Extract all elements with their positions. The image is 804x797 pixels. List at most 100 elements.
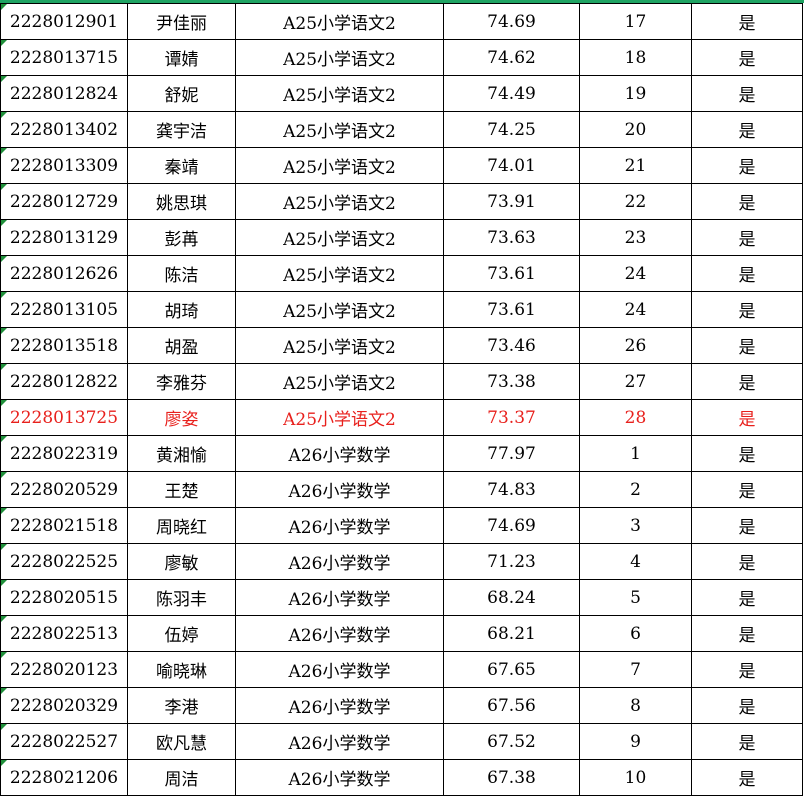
cell-qualified[interactable]: 是 [691,363,803,400]
cell-rank[interactable]: 6 [579,615,692,652]
cell-name[interactable]: 李雅芬 [127,363,236,400]
cell-position[interactable]: A26小学数学 [235,687,444,724]
cell-name[interactable]: 龚宇洁 [127,111,236,148]
cell-candidate-id[interactable]: 2228013518 [0,327,128,364]
cell-qualified[interactable]: 是 [691,723,803,760]
cell-position[interactable]: A25小学语文2 [235,399,444,436]
cell-candidate-id[interactable]: 2228021518 [0,507,128,544]
cell-candidate-id[interactable]: 2228012822 [0,363,128,400]
cell-candidate-id[interactable]: 2228022513 [0,615,128,652]
cell-rank[interactable]: 2 [579,471,692,508]
cell-position[interactable]: A25小学语文2 [235,75,444,112]
cell-score[interactable]: 74.49 [443,75,580,112]
cell-qualified[interactable]: 是 [691,507,803,544]
cell-qualified[interactable]: 是 [691,75,803,112]
cell-name[interactable]: 陈洁 [127,255,236,292]
cell-name[interactable]: 谭婧 [127,39,236,76]
cell-position[interactable]: A26小学数学 [235,615,444,652]
cell-position[interactable]: A25小学语文2 [235,255,444,292]
cell-rank[interactable]: 1 [579,435,692,472]
cell-rank[interactable]: 19 [579,75,692,112]
cell-score[interactable]: 67.52 [443,723,580,760]
cell-score[interactable]: 73.61 [443,291,580,328]
cell-name[interactable]: 王楚 [127,471,236,508]
cell-rank[interactable]: 28 [579,399,692,436]
cell-position[interactable]: A26小学数学 [235,579,444,616]
cell-rank[interactable]: 18 [579,39,692,76]
cell-position[interactable]: A26小学数学 [235,435,444,472]
cell-name[interactable]: 伍婷 [127,615,236,652]
cell-name[interactable]: 胡盈 [127,327,236,364]
cell-rank[interactable]: 24 [579,255,692,292]
cell-qualified[interactable]: 是 [691,435,803,472]
cell-position[interactable]: A25小学语文2 [235,291,444,328]
cell-score[interactable]: 74.69 [443,507,580,544]
cell-score[interactable]: 67.38 [443,759,580,796]
cell-position[interactable]: A25小学语文2 [235,219,444,256]
cell-candidate-id[interactable]: 2228012824 [0,75,128,112]
cell-name[interactable]: 喻晓琳 [127,651,236,688]
cell-qualified[interactable]: 是 [691,615,803,652]
cell-score[interactable]: 67.65 [443,651,580,688]
cell-qualified[interactable]: 是 [691,183,803,220]
cell-position[interactable]: A26小学数学 [235,651,444,688]
cell-position[interactable]: A25小学语文2 [235,183,444,220]
cell-qualified[interactable]: 是 [691,291,803,328]
cell-candidate-id[interactable]: 2228013715 [0,39,128,76]
cell-position[interactable]: A25小学语文2 [235,39,444,76]
cell-qualified[interactable]: 是 [691,39,803,76]
cell-name[interactable]: 彭苒 [127,219,236,256]
cell-qualified[interactable]: 是 [691,579,803,616]
cell-rank[interactable]: 10 [579,759,692,796]
cell-qualified[interactable]: 是 [691,759,803,796]
cell-rank[interactable]: 26 [579,327,692,364]
cell-score[interactable]: 71.23 [443,543,580,580]
cell-candidate-id[interactable]: 2228020329 [0,687,128,724]
cell-candidate-id[interactable]: 2228022319 [0,435,128,472]
cell-rank[interactable]: 3 [579,507,692,544]
cell-candidate-id[interactable]: 2228012729 [0,183,128,220]
cell-position[interactable]: A25小学语文2 [235,147,444,184]
cell-rank[interactable]: 7 [579,651,692,688]
cell-position[interactable]: A26小学数学 [235,759,444,796]
cell-qualified[interactable]: 是 [691,687,803,724]
cell-name[interactable]: 欧凡慧 [127,723,236,760]
cell-score[interactable]: 73.37 [443,399,580,436]
cell-name[interactable]: 周洁 [127,759,236,796]
cell-score[interactable]: 77.97 [443,435,580,472]
cell-candidate-id[interactable]: 2228020123 [0,651,128,688]
cell-rank[interactable]: 21 [579,147,692,184]
cell-name[interactable]: 陈羽丰 [127,579,236,616]
cell-candidate-id[interactable]: 2228021206 [0,759,128,796]
cell-position[interactable]: A26小学数学 [235,471,444,508]
cell-score[interactable]: 74.83 [443,471,580,508]
cell-qualified[interactable]: 是 [691,219,803,256]
cell-name[interactable]: 李港 [127,687,236,724]
cell-score[interactable]: 73.38 [443,363,580,400]
cell-score[interactable]: 73.91 [443,183,580,220]
cell-qualified[interactable]: 是 [691,111,803,148]
cell-candidate-id[interactable]: 2228012901 [0,3,128,40]
cell-score[interactable]: 73.63 [443,219,580,256]
cell-position[interactable]: A26小学数学 [235,723,444,760]
cell-name[interactable]: 黄湘愉 [127,435,236,472]
cell-position[interactable]: A26小学数学 [235,543,444,580]
cell-score[interactable]: 73.61 [443,255,580,292]
cell-candidate-id[interactable]: 2228013129 [0,219,128,256]
cell-name[interactable]: 廖敏 [127,543,236,580]
cell-candidate-id[interactable]: 2228022527 [0,723,128,760]
cell-score[interactable]: 73.46 [443,327,580,364]
cell-rank[interactable]: 17 [579,3,692,40]
cell-rank[interactable]: 9 [579,723,692,760]
cell-name[interactable]: 周晓红 [127,507,236,544]
cell-qualified[interactable]: 是 [691,543,803,580]
cell-rank[interactable]: 20 [579,111,692,148]
cell-candidate-id[interactable]: 2228020529 [0,471,128,508]
cell-qualified[interactable]: 是 [691,255,803,292]
cell-qualified[interactable]: 是 [691,651,803,688]
cell-candidate-id[interactable]: 2228013309 [0,147,128,184]
cell-candidate-id[interactable]: 2228012626 [0,255,128,292]
cell-name[interactable]: 尹佳丽 [127,3,236,40]
cell-score[interactable]: 74.01 [443,147,580,184]
cell-score[interactable]: 74.25 [443,111,580,148]
